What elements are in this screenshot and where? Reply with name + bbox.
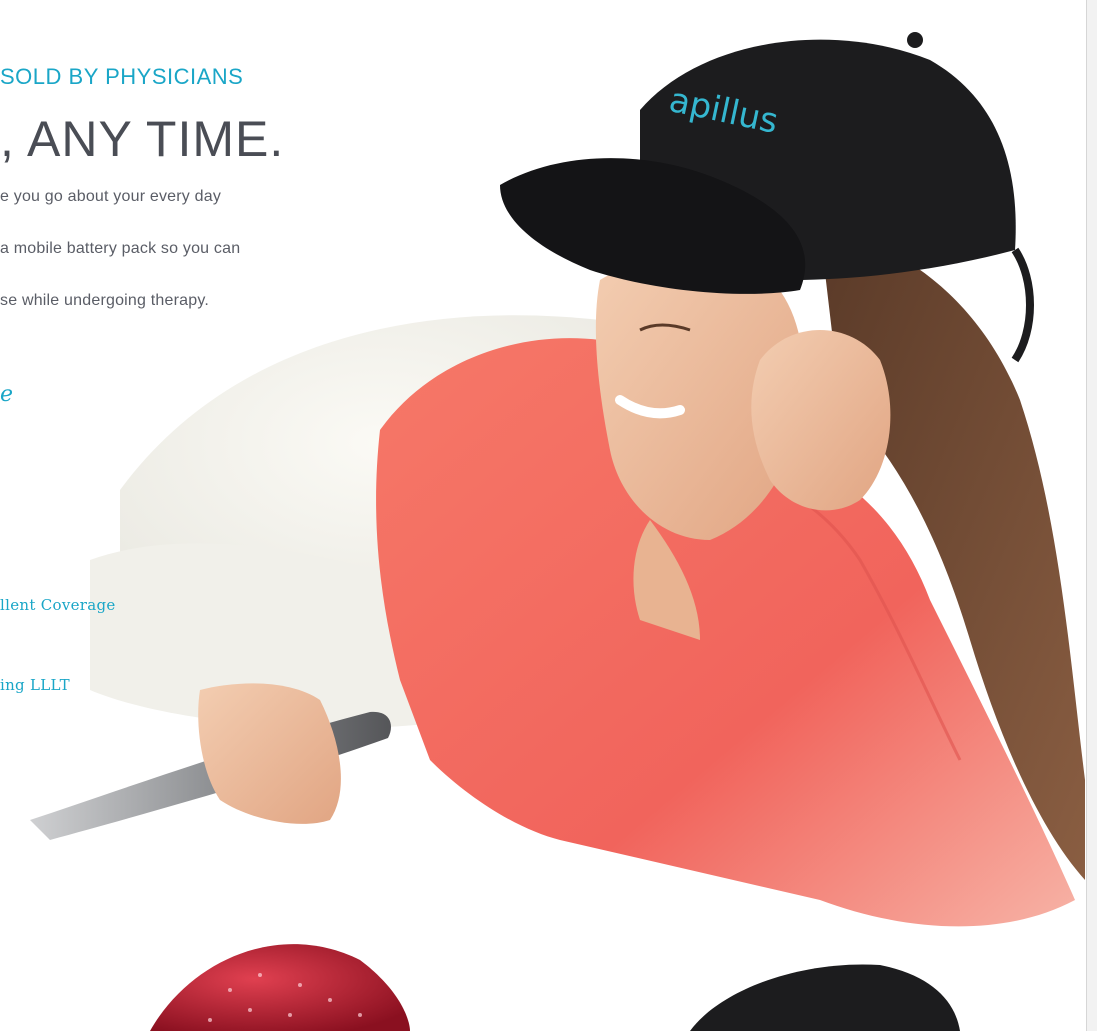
script-fragment: e [0,382,14,407]
subheading: SOLD BY PHYSICIANS [0,64,244,89]
feature-line-2: ing LLLT [0,676,70,694]
red-laser-device-shape [150,944,410,1031]
black-device-shape [690,964,960,1031]
body-line-3: se while undergoing therapy. [0,292,209,309]
page: apillus SOLD BY PHYSICIANS , ANY TIME. e… [0,0,1097,1031]
feature-line-1: llent Coverage [0,596,116,614]
headline: , ANY TIME. [0,111,285,167]
body-line-1: e you go about your every day [0,188,222,205]
body-line-2: a mobile battery pack so you can [0,240,241,257]
scroll-gutter[interactable] [1086,0,1097,1031]
